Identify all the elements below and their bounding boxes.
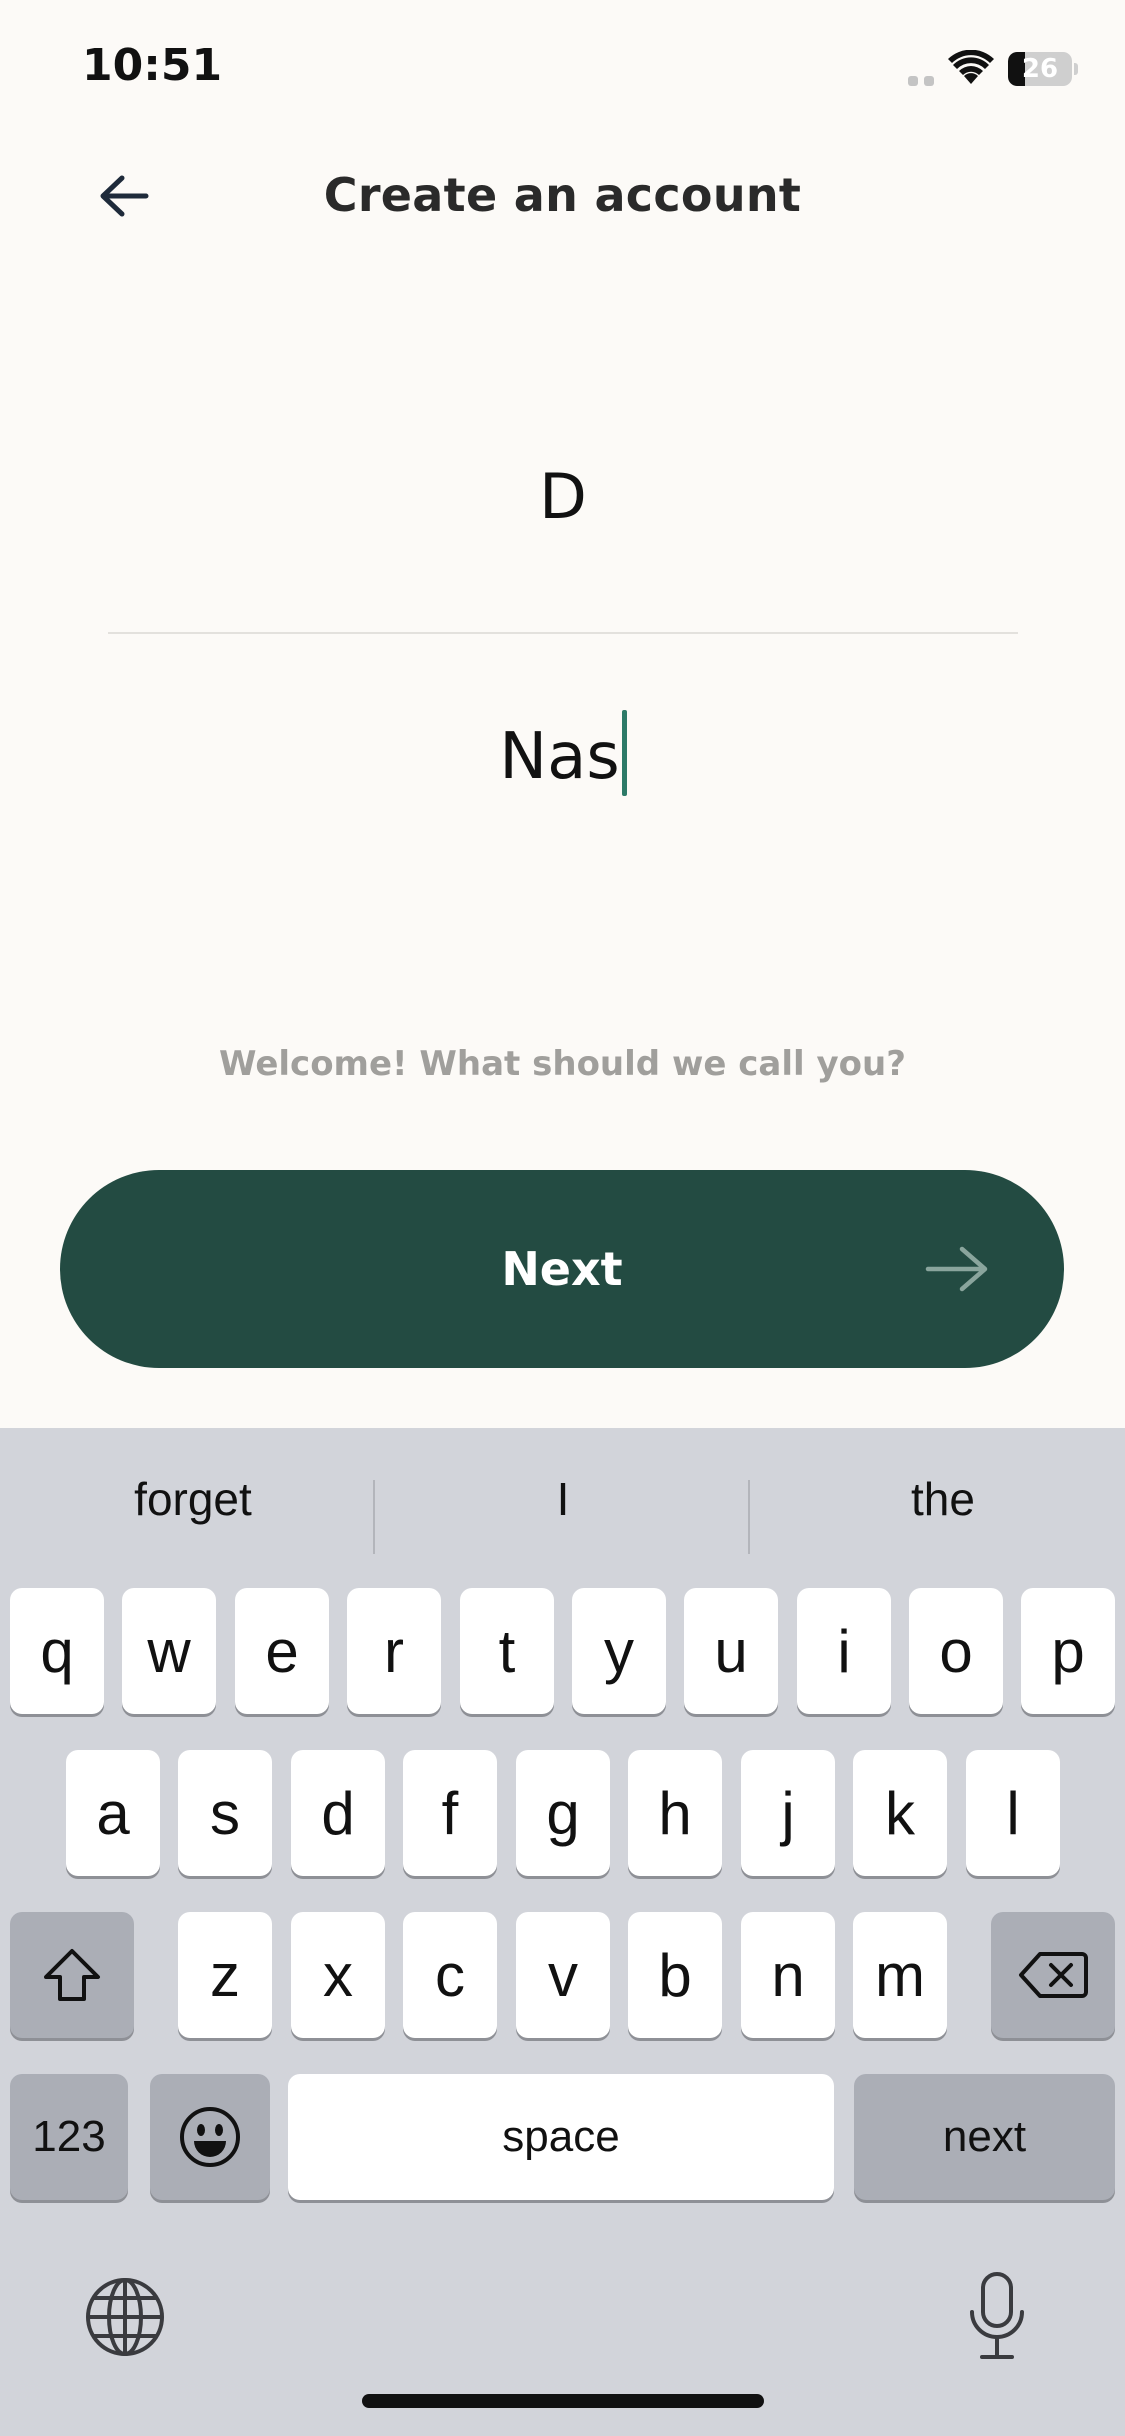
key-e[interactable]: e [235,1588,329,1714]
key-d[interactable]: d [291,1750,385,1876]
key-w[interactable]: w [122,1588,216,1714]
key-t[interactable]: t [460,1588,554,1714]
field-divider [108,632,1018,634]
wifi-icon [948,50,994,84]
home-indicator[interactable] [362,2394,764,2408]
key-s[interactable]: s [178,1750,272,1876]
suggestion-divider [748,1480,750,1554]
first-name-field[interactable]: D [108,460,1018,533]
battery-percentage: 26 [1021,54,1059,84]
key-l[interactable]: l [966,1750,1060,1876]
shift-icon [44,1949,100,2001]
battery-icon: 26 [1008,52,1078,86]
key-o[interactable]: o [909,1588,1003,1714]
microphone-icon[interactable] [966,2270,1028,2362]
backspace-key[interactable] [991,1912,1115,2038]
backspace-icon [1019,1952,1088,1998]
key-n[interactable]: n [741,1912,835,2038]
key-h[interactable]: h [628,1750,722,1876]
key-p[interactable]: p [1021,1588,1115,1714]
page-title: Create an account [323,168,802,222]
status-bar: 10:51 26 [0,0,1125,140]
suggestion-item[interactable]: I [378,1472,748,1526]
key-v[interactable]: v [516,1912,610,2038]
last-name-value: Nas [499,720,620,794]
key-x[interactable]: x [291,1912,385,2038]
last-name-field[interactable]: Nas [108,710,1018,796]
space-key[interactable]: space [288,2074,834,2200]
suggestion-bar: forget I the [0,1428,1125,1578]
emoji-icon [180,2107,240,2167]
key-q[interactable]: q [10,1588,104,1714]
cellular-signal-icon [908,76,934,86]
text-caret [621,710,627,796]
key-i[interactable]: i [797,1588,891,1714]
return-key[interactable]: next [854,2074,1115,2200]
key-c[interactable]: c [403,1912,497,2038]
key-f[interactable]: f [403,1750,497,1876]
arrow-right-icon [925,1246,988,1292]
numbers-key[interactable]: 123 [10,2074,128,2200]
status-time: 10:51 [82,40,223,91]
key-r[interactable]: r [347,1588,441,1714]
key-k[interactable]: k [853,1750,947,1876]
key-y[interactable]: y [572,1588,666,1714]
suggestion-item[interactable]: the [758,1472,1125,1526]
key-a[interactable]: a [66,1750,160,1876]
next-button[interactable]: Next [60,1170,1064,1368]
key-u[interactable]: u [684,1588,778,1714]
emoji-key[interactable] [150,2074,270,2200]
suggestion-item[interactable]: forget [8,1472,378,1526]
next-button-label: Next [501,1242,623,1296]
key-z[interactable]: z [178,1912,272,2038]
shift-key[interactable] [10,1912,134,2038]
key-j[interactable]: j [741,1750,835,1876]
key-b[interactable]: b [628,1912,722,2038]
name-prompt: Welcome! What should we call you? [219,1044,906,1084]
suggestion-divider [373,1480,375,1554]
keyboard: forget I the q w e r t y u i o p a s d f… [0,1428,1125,2436]
globe-icon[interactable] [84,2276,166,2358]
key-g[interactable]: g [516,1750,610,1876]
key-m[interactable]: m [853,1912,947,2038]
